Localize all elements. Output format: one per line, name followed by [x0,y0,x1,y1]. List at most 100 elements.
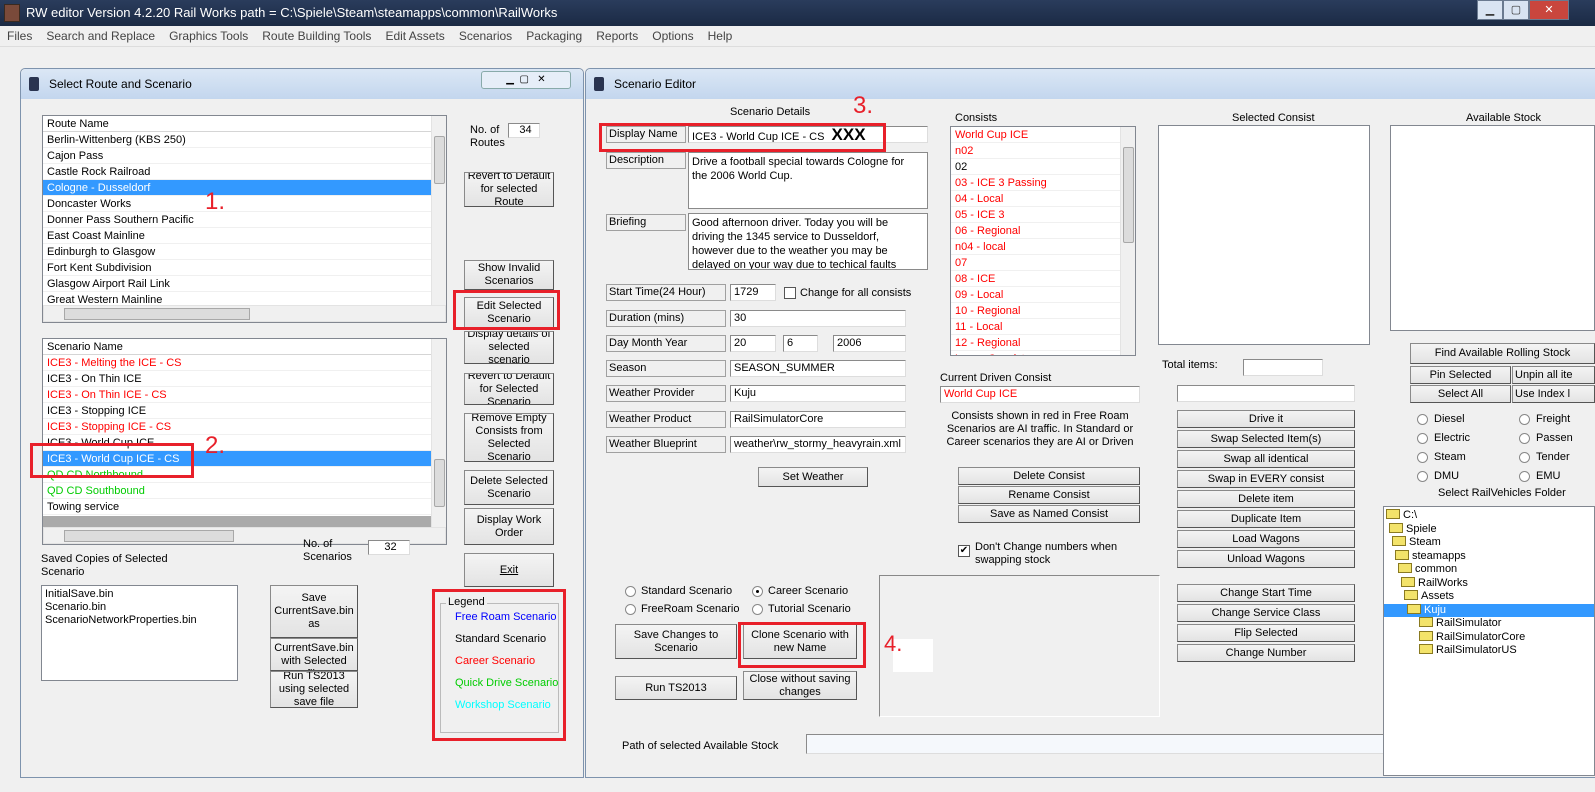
saved-file-item[interactable]: ScenarioNetworkProperties.bin [45,614,234,627]
maximize-icon[interactable]: ▢ [1503,0,1529,20]
description-field[interactable]: Drive a football special towards Cologne… [688,152,928,209]
stock-type-radio[interactable] [1417,452,1428,463]
season-field[interactable]: SEASON_SUMMER [730,360,906,377]
consist-row[interactable]: 11 - Local [951,319,1135,335]
consist-row[interactable]: n02 [951,143,1135,159]
menu-graphics-tools[interactable]: Graphics Tools [162,26,255,47]
route-hscroll[interactable] [43,305,446,322]
folder-node[interactable]: Spiele [1384,522,1594,537]
menu-help[interactable]: Help [701,26,740,47]
route-list[interactable]: Route Name Berlin-Wittenberg (KBS 250) Ca… [42,115,447,323]
display-details-button[interactable]: Display details of selected scenario [464,331,554,364]
folder-node[interactable]: RailSimulatorCore [1384,630,1594,645]
use-index-button[interactable]: Use Index l [1512,385,1595,403]
weather-product-field[interactable]: RailSimulatorCore [730,411,906,428]
item-action-button[interactable]: Change Service Class [1177,604,1355,622]
scenario-row[interactable]: ICE3 - Stopping ICE - CS [43,419,446,435]
route-name-header[interactable]: Route Name [43,116,446,132]
folder-node[interactable]: C:\ [1384,509,1594,523]
consist-row[interactable]: 07 [951,255,1135,271]
save-changes-button[interactable]: Save Changes to Scenario [615,624,737,659]
total-items-field[interactable] [1243,359,1323,376]
route-row[interactable]: Donner Pass Southern Pacific [43,212,446,228]
scenario-row[interactable]: ICE3 - Melting the ICE - CS [43,355,446,371]
menu-scenarios[interactable]: Scenarios [452,26,519,47]
revert-route-button[interactable]: Revert to Default for selected Route [464,172,554,207]
revert-scenario-button[interactable]: Revert to Default for Selected Scenario [464,373,554,405]
scenario-row[interactable]: ICE3 - On Thin ICE - CS [43,387,446,403]
menu-edit-assets[interactable]: Edit Assets [378,26,451,47]
weather-blueprint-field[interactable]: weather\rw_stormy_heavyrain.xml [730,436,906,453]
menu-route-building-tools[interactable]: Route Building Tools [255,26,378,47]
dont-change-checkbox[interactable]: ✔ [958,545,970,557]
start-time-field[interactable]: 1729 [730,284,776,301]
folder-node[interactable]: common [1384,563,1594,577]
find-stock-button[interactable]: Find Available Rolling Stock [1410,343,1595,364]
folder-node[interactable]: Steam [1384,536,1594,550]
route-vscroll[interactable] [431,116,446,305]
selected-consist-list[interactable] [1158,125,1370,345]
consist-row[interactable]: Loose Consist [951,351,1135,355]
item-action-button[interactable]: Change Number [1177,644,1355,662]
folder-node[interactable]: RailWorks [1384,576,1594,591]
close-without-saving-button[interactable]: Close without saving changes [743,671,857,700]
select-all-button[interactable]: Select All [1410,385,1511,403]
menu-files[interactable]: Files [0,26,39,47]
route-row[interactable]: Edinburgh to Glasgow [43,244,446,260]
consists-vscroll[interactable] [1120,127,1135,355]
item-action-button[interactable]: Change Start Time [1177,584,1355,602]
consist-action-button[interactable]: Save as Named Consist [958,505,1140,523]
scenario-name-header[interactable]: Scenario Name [43,339,446,355]
stock-type-radio[interactable] [1519,433,1530,444]
consist-row[interactable]: 08 - ICE [951,271,1135,287]
day-field[interactable]: 20 [730,335,776,352]
item-action-button[interactable]: Duplicate Item [1177,510,1355,528]
pin-selected-button[interactable]: Pin Selected [1410,366,1511,384]
folder-node[interactable]: RailSimulatorUS [1384,644,1594,658]
folder-node[interactable]: Assets [1384,590,1594,604]
window-controls[interactable]: ▁ ▢ ✕ [481,71,571,89]
no-scenarios-field[interactable]: 32 [368,540,410,555]
consist-action-button[interactable]: Rename Consist [958,486,1140,504]
folder-node[interactable]: Kuju [1384,603,1594,617]
stock-type-radio[interactable] [1417,414,1428,425]
item-action-button[interactable]: Drive it [1177,410,1355,428]
consist-row[interactable]: n04 - local [951,239,1135,255]
stock-type-radio[interactable] [1417,471,1428,482]
consist-row[interactable]: 04 - Local [951,191,1135,207]
folder-node[interactable]: RailSimulator [1384,617,1594,631]
consist-action-button[interactable]: Delete Consist [958,467,1140,485]
remove-empty-button[interactable]: Remove Empty Consists from Selected Scen… [464,413,554,462]
unpin-all-button[interactable]: Unpin all ite [1512,366,1595,384]
item-action-button[interactable]: Unload Wagons [1177,550,1355,568]
consist-row[interactable]: 03 - ICE 3 Passing [951,175,1135,191]
run-ts2013-button[interactable]: Run TS2013 [615,676,737,700]
stock-type-radio[interactable] [1519,414,1530,425]
change-all-checkbox[interactable] [784,287,796,299]
duration-field[interactable]: 30 [730,310,906,327]
scenario-row[interactable]: Towing service [43,499,446,515]
scenario-row[interactable]: QD CD Southbound [43,483,446,499]
route-row[interactable]: Castle Rock Railroad [43,164,446,180]
menu-search-and-replace[interactable]: Search and Replace [39,26,162,47]
driven-consist-field[interactable]: World Cup ICE [940,386,1140,403]
route-row[interactable]: Fort Kent Subdivision [43,260,446,276]
route-row[interactable]: Doncaster Works [43,196,446,212]
stock-type-radio[interactable] [1417,433,1428,444]
route-row[interactable]: East Coast Mainline [43,228,446,244]
no-routes-field[interactable]: 34 [508,123,540,138]
consists-list[interactable]: World Cup ICE n02 02 03 - ICE 3 Passing 04 -… [950,126,1136,356]
month-field[interactable]: 6 [783,335,818,352]
scenario-row[interactable]: ICE3 - On Thin ICE [43,371,446,387]
scenario-list[interactable]: Scenario Name ICE3 - Melting the ICE - C… [42,338,447,545]
menu-packaging[interactable]: Packaging [519,26,589,47]
item-action-button[interactable]: Load Wagons [1177,530,1355,548]
saved-copies-list[interactable]: InitialSave.bin Scenario.bin ScenarioNetwo… [41,585,238,681]
consist-row[interactable]: 02 [951,159,1135,175]
consist-row[interactable]: 09 - Local [951,287,1135,303]
route-row[interactable]: Berlin-Wittenberg (KBS 250) [43,132,446,148]
menu-reports[interactable]: Reports [589,26,645,47]
folder-tree[interactable]: C:\ Spiele Steam steamapps common RailWorks As… [1383,506,1595,776]
stock-type-radio[interactable] [1519,452,1530,463]
item-name-field[interactable] [1177,385,1355,402]
